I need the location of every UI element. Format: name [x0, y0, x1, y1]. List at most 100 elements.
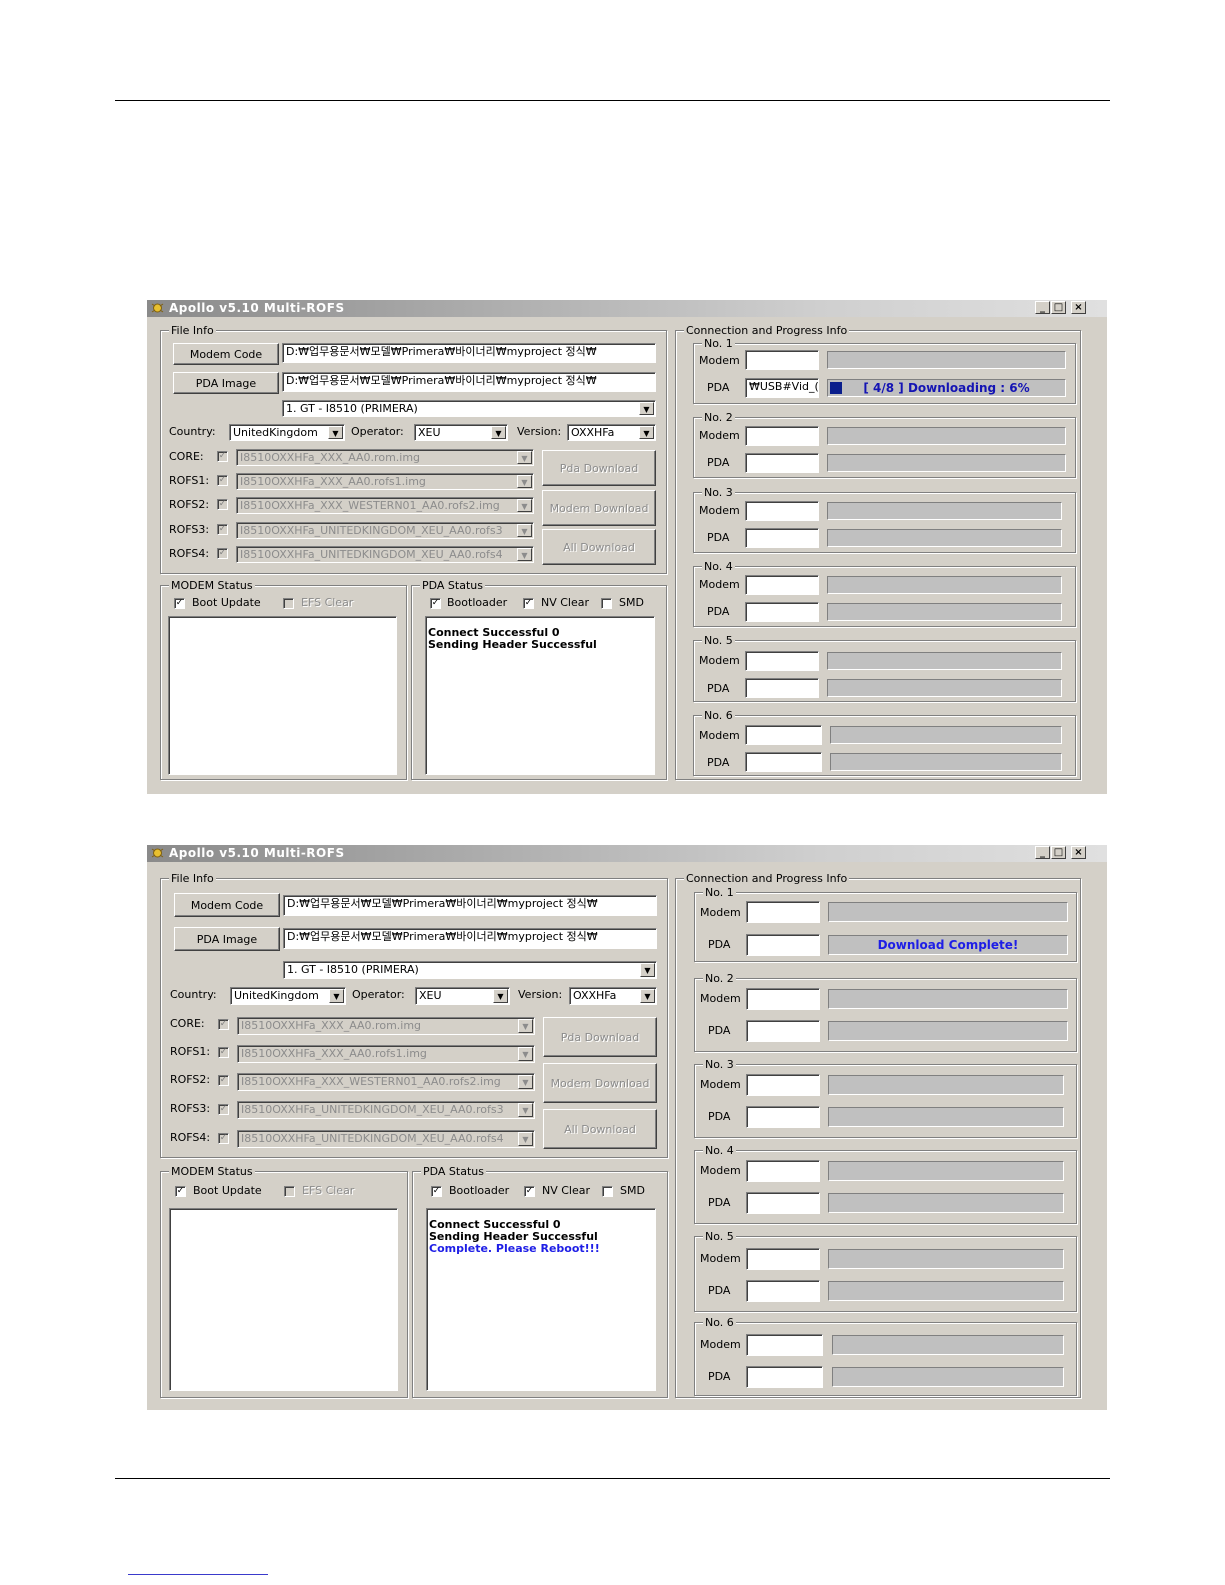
chevron-down-icon[interactable]: ▼: [328, 426, 343, 439]
modem-port-field[interactable]: [746, 1160, 820, 1182]
pda-progress-bar: [827, 529, 1062, 547]
rofs4-label: ROFS4:: [170, 1131, 211, 1144]
chevron-down-icon[interactable]: ▼: [640, 989, 655, 1003]
pda-image-path[interactable]: D:₩업무용문서₩모델₩Primera₩바이너리₩myproject 정식₩: [283, 928, 657, 949]
modem-label: Modem: [700, 906, 741, 919]
pda-status-group: PDA Status ✓ Bootloader ✓ NV Clear SMD C…: [411, 579, 667, 780]
chevron-down-icon[interactable]: ▼: [329, 989, 344, 1003]
modem-code-button[interactable]: Modem Code: [173, 343, 279, 365]
rofs3-file: I8510OXXHFa_UNITEDKINGDOM_XEU_AA0.rofs3: [240, 524, 503, 537]
modem-code-button[interactable]: Modem Code: [174, 893, 280, 917]
pda-port-field[interactable]: [745, 678, 819, 698]
pda-image-button[interactable]: PDA Image: [174, 927, 280, 951]
pda-download-button[interactable]: Pda Download: [542, 450, 656, 486]
modem-port-field[interactable]: [745, 651, 819, 671]
pda-port-field[interactable]: [746, 934, 820, 956]
app-icon: [151, 847, 164, 859]
rofs3-label: ROFS3:: [169, 523, 210, 536]
pda-port-field[interactable]: [745, 602, 819, 622]
all-download-button[interactable]: All Download: [543, 1109, 657, 1149]
modem-port-field[interactable]: [745, 501, 819, 521]
chevron-down-icon[interactable]: ▼: [491, 426, 506, 439]
pda-image-path[interactable]: D:₩업무용문서₩모델₩Primera₩바이너리₩myproject 정식₩: [282, 372, 656, 392]
pda-port-field[interactable]: ₩USB#Vid_(: [745, 378, 819, 398]
modem-download-button[interactable]: Modem Download: [543, 1063, 657, 1103]
operator-select[interactable]: XEU ▼: [414, 424, 508, 441]
version-select[interactable]: OXXHFa ▼: [567, 424, 656, 441]
all-download-button[interactable]: All Download: [542, 529, 656, 565]
modem-log: [168, 616, 397, 775]
smd-checkbox[interactable]: [601, 598, 612, 609]
file-info-group: File Info Modem Code D:₩업무용문서₩모델₩Primera…: [160, 324, 667, 574]
nv-clear-checkbox[interactable]: ✓: [523, 598, 534, 609]
core-checkbox: ✓: [218, 1019, 229, 1030]
rofs4-checkbox: ✓: [218, 1133, 229, 1144]
minimize-icon[interactable]: _: [1035, 846, 1050, 859]
modem-progress-bar: [828, 902, 1068, 922]
operator-select[interactable]: XEU ▼: [415, 987, 510, 1005]
boot-update-checkbox[interactable]: ✓: [175, 1186, 186, 1197]
boot-update-checkbox[interactable]: ✓: [174, 598, 185, 609]
modem-code-path[interactable]: D:₩업무용문서₩모델₩Primera₩바이너리₩myproject 정식₩: [282, 343, 656, 363]
nv-clear-checkbox[interactable]: ✓: [524, 1186, 535, 1197]
modem-port-field[interactable]: [746, 1074, 820, 1096]
pda-download-button[interactable]: Pda Download: [543, 1017, 657, 1057]
country-select[interactable]: UnitedKingdom ▼: [229, 424, 345, 441]
model-select[interactable]: 1. GT - I8510 (PRIMERA) ▼: [282, 400, 656, 417]
modem-port-field[interactable]: [746, 1334, 823, 1356]
modem-progress-bar: [828, 989, 1068, 1009]
rofs4-label: ROFS4:: [169, 547, 210, 560]
country-select[interactable]: UnitedKingdom ▼: [230, 987, 346, 1005]
chevron-down-icon: ▼: [518, 1103, 533, 1117]
chevron-down-icon[interactable]: ▼: [639, 426, 654, 439]
pda-port-field[interactable]: [746, 1192, 820, 1214]
modem-port-field[interactable]: [745, 725, 822, 745]
footer-link-underline[interactable]: [128, 1574, 268, 1575]
pda-progress-bar: [828, 1021, 1068, 1041]
chevron-down-icon[interactable]: ▼: [493, 989, 508, 1003]
pda-image-button[interactable]: PDA Image: [173, 372, 279, 394]
maximize-icon[interactable]: □: [1051, 301, 1066, 314]
boot-update-label: Boot Update: [192, 596, 261, 609]
pda-port-field[interactable]: [745, 528, 819, 548]
rofs2-file-select: I8510OXXHFa_XXX_WESTERN01_AA0.rofs2.img ▼: [237, 1073, 535, 1091]
pda-port-field[interactable]: [746, 1020, 820, 1042]
modem-label: Modem: [699, 354, 740, 367]
modem-port-field[interactable]: [746, 901, 820, 923]
chevron-down-icon[interactable]: ▼: [639, 402, 654, 415]
bootloader-checkbox[interactable]: ✓: [431, 1186, 442, 1197]
modem-code-path[interactable]: D:₩업무용문서₩모델₩Primera₩바이너리₩myproject 정식₩: [283, 895, 657, 916]
pda-port-field[interactable]: [745, 453, 819, 473]
pda-port-field[interactable]: [746, 1280, 820, 1302]
pda-port-field[interactable]: [746, 1106, 820, 1128]
close-icon[interactable]: ×: [1071, 846, 1086, 859]
modem-label: Modem: [700, 1078, 741, 1091]
modem-port-field[interactable]: [745, 426, 819, 446]
title-bar[interactable]: Apollo v5.10 Multi-ROFS _ □ ×: [147, 845, 1107, 862]
connection-group: Connection and Progress Info No. 1 Modem…: [675, 324, 1081, 780]
bootloader-checkbox[interactable]: ✓: [430, 598, 441, 609]
slot-2: No. 2 Modem PDA: [693, 411, 1076, 478]
smd-checkbox[interactable]: [602, 1186, 613, 1197]
minimize-icon[interactable]: _: [1035, 301, 1050, 314]
pda-progress-bar: [830, 753, 1062, 771]
modem-port-field[interactable]: [745, 575, 819, 595]
version-select[interactable]: OXXHFa ▼: [569, 987, 657, 1005]
modem-port-field[interactable]: [746, 988, 820, 1010]
modem-download-button[interactable]: Modem Download: [542, 490, 656, 526]
modem-label: Modem: [699, 578, 740, 591]
pda-port-field[interactable]: [745, 752, 822, 772]
model-select[interactable]: 1. GT - I8510 (PRIMERA) ▼: [283, 961, 657, 979]
slot-6: No. 6 Modem PDA: [693, 709, 1076, 776]
modem-progress-bar: [828, 1249, 1064, 1269]
pda-progress-bar: [827, 454, 1066, 472]
maximize-icon[interactable]: □: [1051, 846, 1066, 859]
pda-label: PDA: [707, 682, 730, 695]
chevron-down-icon[interactable]: ▼: [640, 963, 655, 977]
modem-port-field[interactable]: [746, 1248, 820, 1270]
window-title: Apollo v5.10 Multi-ROFS: [169, 301, 345, 315]
title-bar[interactable]: Apollo v5.10 Multi-ROFS _ □ ×: [147, 300, 1107, 317]
close-icon[interactable]: ×: [1071, 301, 1086, 314]
pda-port-field[interactable]: [746, 1366, 823, 1388]
modem-port-field[interactable]: [745, 350, 819, 370]
